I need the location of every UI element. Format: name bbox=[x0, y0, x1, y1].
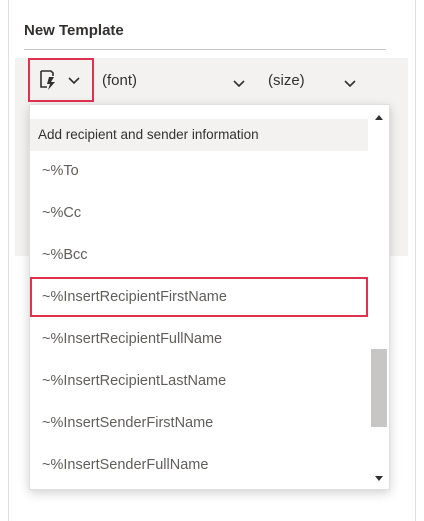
dropdown-item-cc[interactable]: ~%Cc bbox=[30, 193, 368, 233]
pane-title: New Template bbox=[24, 22, 124, 39]
dropdown-item-insert-recipient-full-name[interactable]: ~%InsertRecipientFullName bbox=[30, 319, 368, 359]
scroll-down-arrow-icon[interactable] bbox=[374, 475, 384, 483]
scrollbar-thumb[interactable] bbox=[371, 349, 387, 427]
insert-field-dropdown: Add recipient and sender information ~%T… bbox=[29, 104, 390, 490]
dropdown-item-bcc[interactable]: ~%Bcc bbox=[30, 235, 368, 275]
dropdown-item-insert-recipient-first-name[interactable]: ~%InsertRecipientFirstName bbox=[30, 277, 368, 317]
scrollbar[interactable] bbox=[370, 105, 389, 489]
dropdown-section-header: Add recipient and sender information bbox=[30, 119, 368, 151]
dropdown-item-insert-recipient-last-name[interactable]: ~%InsertRecipientLastName bbox=[30, 361, 368, 401]
font-select[interactable]: (font) bbox=[102, 72, 137, 89]
scroll-up-arrow-icon[interactable] bbox=[374, 113, 384, 121]
font-chevron-down-icon[interactable] bbox=[231, 76, 247, 92]
insert-field-icon bbox=[40, 70, 55, 90]
dropdown-item-insert-sender-full-name[interactable]: ~%InsertSenderFullName bbox=[30, 445, 368, 485]
insert-field-button[interactable] bbox=[28, 58, 94, 102]
chevron-down-icon bbox=[68, 77, 80, 85]
title-divider bbox=[24, 49, 386, 50]
size-select[interactable]: (size) bbox=[268, 72, 305, 89]
size-chevron-down-icon[interactable] bbox=[342, 76, 358, 92]
dropdown-item-to[interactable]: ~%To bbox=[30, 151, 368, 191]
dropdown-item-insert-sender-first-name[interactable]: ~%InsertSenderFirstName bbox=[30, 403, 368, 443]
